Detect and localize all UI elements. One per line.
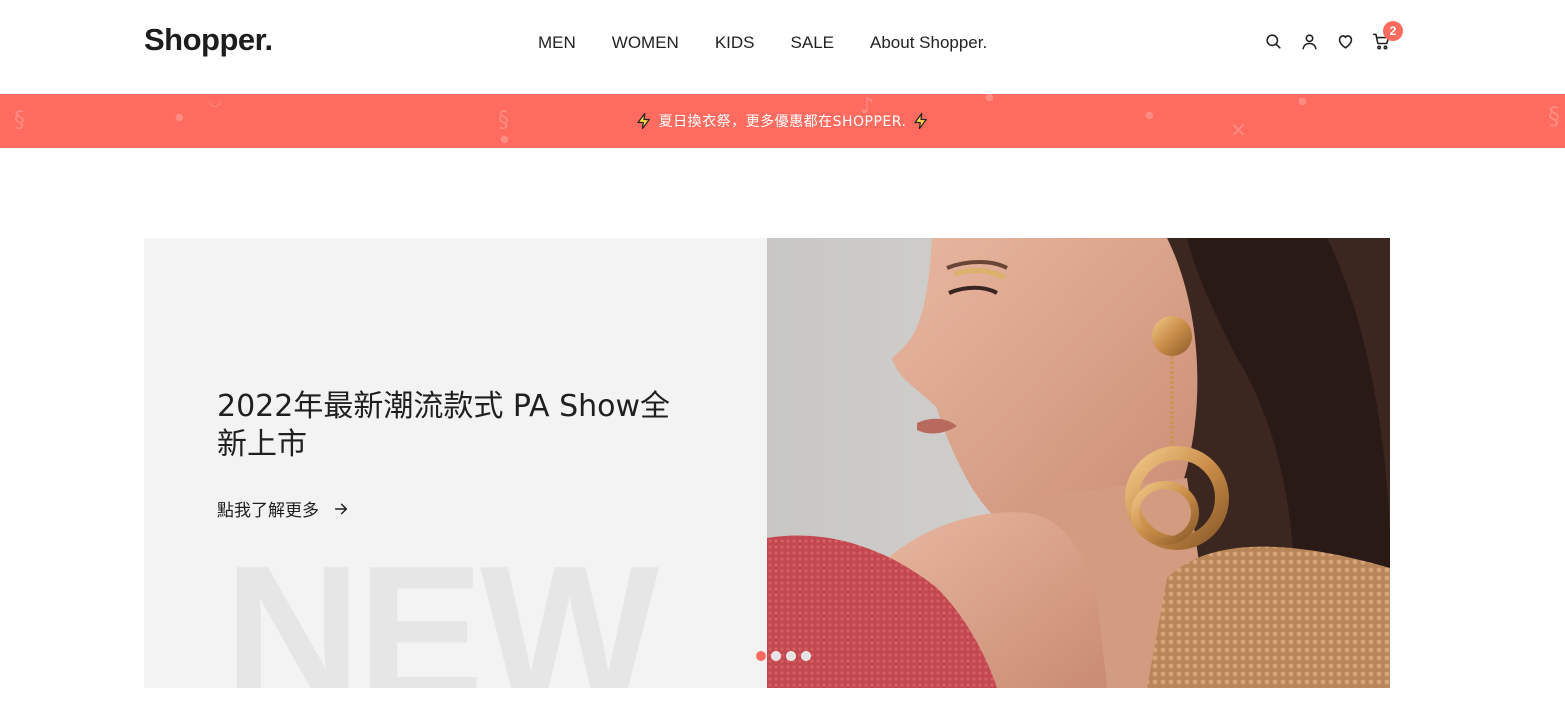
promo-message: 夏日換衣祭，更多優惠都在SHOPPER. [0, 94, 1565, 148]
nav-item-women[interactable]: WOMEN [612, 31, 679, 55]
slider-dot-1[interactable] [756, 651, 766, 661]
nav-item-kids[interactable]: KIDS [715, 31, 755, 55]
hero-link-label: 點我了解更多 [217, 501, 319, 521]
hero-title: 2022年最新潮流款式 PA Show全新上市 [217, 389, 671, 462]
hero-model-photo [767, 238, 1390, 688]
site-header: Shopper. MEN WOMEN KIDS SALE About Shopp… [0, 0, 1565, 94]
hero-image [767, 238, 1390, 688]
hero-slider: NEW 2022年最新潮流款式 PA Show全新上市 點我了解更多 [144, 238, 1390, 688]
lightning-icon [914, 112, 928, 130]
slider-dot-4[interactable] [801, 651, 811, 661]
nav-item-about[interactable]: About Shopper. [870, 31, 987, 55]
search-icon[interactable] [1262, 30, 1284, 52]
main-nav: MEN WOMEN KIDS SALE About Shopper. [538, 31, 1023, 55]
slider-dot-3[interactable] [786, 651, 796, 661]
user-icon[interactable] [1298, 30, 1320, 52]
hero-learn-more-link[interactable]: 點我了解更多 [217, 496, 349, 521]
lightning-icon [636, 112, 650, 130]
site-logo[interactable]: Shopper. [144, 22, 273, 58]
arrow-right-icon [334, 503, 348, 514]
cart-count-badge: 2 [1383, 21, 1403, 41]
heart-icon[interactable] [1334, 30, 1356, 52]
promo-text: 夏日換衣祭，更多優惠都在SHOPPER. [658, 114, 907, 130]
hero-watermark: NEW [224, 527, 659, 688]
slider-dot-2[interactable] [771, 651, 781, 661]
slider-dots [756, 651, 816, 661]
hero-text-panel: NEW 2022年最新潮流款式 PA Show全新上市 點我了解更多 [144, 238, 767, 688]
promo-banner[interactable]: § ● ◡ § ● ♪ ● ● ✕ ● § 夏日換衣祭，更多優惠都在SHOPPE… [0, 94, 1565, 148]
nav-item-men[interactable]: MEN [538, 31, 576, 55]
nav-item-sale[interactable]: SALE [791, 31, 834, 55]
